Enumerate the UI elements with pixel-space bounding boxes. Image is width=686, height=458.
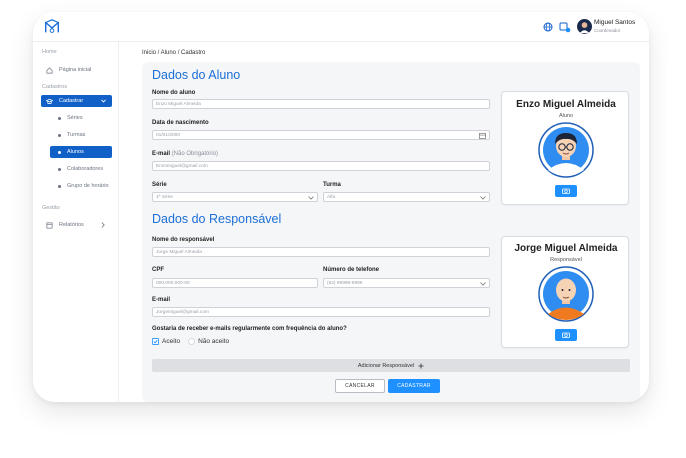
cpf-input[interactable]: 000.000.000-00: [152, 278, 318, 288]
label-data-nascimento: Data de nascimento: [152, 120, 209, 126]
consent-options: Aceito Não aceito: [152, 338, 229, 345]
add-responsavel-button[interactable]: Adicionar Responsável: [152, 359, 630, 372]
label-serie: Série: [152, 182, 167, 188]
breadcrumb[interactable]: Inicio / Aluno / Cadastro: [142, 50, 205, 56]
chevron-down-icon: [101, 99, 106, 103]
chevron-down-icon: [480, 196, 486, 200]
email-aluno-value: Enzomiguel@gmail.com: [156, 163, 208, 169]
serie-value: 1ª Série: [156, 194, 173, 200]
home-icon: [46, 66, 53, 73]
checkbox-checked-icon[interactable]: [152, 338, 159, 345]
plus-icon: [418, 363, 424, 368]
aluno-photo-button[interactable]: [555, 185, 577, 197]
sidebar-item-alunos[interactable]: Alunos: [50, 146, 112, 158]
responsavel-card-name: Jorge Miguel Almeida: [514, 243, 618, 254]
chevron-right-icon: [101, 222, 105, 228]
serie-select[interactable]: 1ª Série: [152, 192, 318, 202]
sidebar-item-label: Séries: [67, 115, 83, 121]
label-turma: Turma: [323, 182, 341, 188]
sidebar-item-series[interactable]: Séries: [50, 112, 112, 124]
sidebar-item-colaboradores[interactable]: Colaboradores: [50, 163, 112, 175]
cancel-button[interactable]: CANCELAR: [335, 379, 385, 393]
bullet-icon: [58, 116, 61, 120]
responsavel-profile-card: Jorge Miguel Almeida Responsável: [501, 236, 629, 348]
nome-aluno-value: Enzo Miguel Almeida: [156, 101, 201, 107]
graduation-cap-icon: [46, 98, 53, 104]
label-nome-aluno: Nome do aluno: [152, 90, 196, 96]
sidebar-section-cadastros: Cadastros: [42, 84, 68, 90]
data-nascimento-value: 01/01/2000: [156, 132, 181, 138]
notification-icon[interactable]: [559, 21, 571, 33]
data-nascimento-input[interactable]: 01/01/2000: [152, 130, 490, 140]
sidebar-item-grupo-horario[interactable]: Grupo de horário: [50, 180, 112, 192]
sidebar-item-label: Grupo de horário: [67, 183, 109, 189]
label-telefone: Número de telefone: [323, 267, 380, 273]
responsavel-card-role: Responsável: [550, 257, 582, 263]
camera-icon: [562, 332, 570, 338]
app-window: Miguel Santos Coordenador Home Página in…: [33, 12, 649, 402]
sidebar-item-label: Colaboradores: [67, 166, 104, 172]
user-name[interactable]: Miguel Santos: [594, 19, 635, 26]
aluno-profile-card: Enzo Miguel Almeida Aluno: [501, 91, 629, 205]
sidebar-item-cadastrar[interactable]: Cadastrar: [41, 95, 112, 107]
student-avatar-icon: [538, 122, 594, 178]
cpf-placeholder: 000.000.000-00: [156, 280, 190, 286]
bullet-icon: [58, 184, 61, 188]
top-bar: Miguel Santos Coordenador: [33, 12, 649, 42]
option-aceito[interactable]: Aceito: [162, 338, 180, 345]
sidebar-item-label: Página inicial: [59, 67, 92, 73]
add-responsavel-label: Adicionar Responsável: [357, 362, 415, 369]
section-title-responsavel: Dados do Responsável: [152, 212, 282, 226]
sidebar-item-label: Turmas: [67, 132, 86, 138]
guardian-avatar-icon: [538, 266, 594, 322]
label-cpf: CPF: [152, 267, 164, 273]
sidebar-item-relatorios[interactable]: Relatórios: [41, 219, 112, 231]
turma-value: Alfa: [327, 194, 336, 200]
label-email-text: E-mail: [152, 151, 171, 157]
aluno-card-name: Enzo Miguel Almeida: [516, 99, 616, 110]
label-email-optional: (Não Obrigatório): [171, 151, 219, 157]
save-button[interactable]: CADASTRAR: [388, 379, 440, 393]
email-responsavel-value: Jorgemiguel@gmail.com: [156, 309, 209, 315]
avatar[interactable]: [577, 19, 592, 34]
user-role: Coordenador: [594, 28, 621, 33]
turma-select[interactable]: Alfa: [323, 192, 490, 202]
label-email-responsavel: E-mail: [152, 297, 171, 303]
radio-unchecked-icon[interactable]: [188, 338, 195, 345]
label-email-aluno: E-mail (Não Obrigatório): [152, 151, 218, 157]
nome-responsavel-input[interactable]: Jorge Miguel Almeida: [152, 247, 490, 257]
section-title-aluno: Dados do Aluno: [152, 68, 241, 82]
app-logo-icon[interactable]: [43, 18, 61, 36]
sidebar-item-home[interactable]: Página inicial: [41, 64, 112, 76]
telefone-placeholder: (62) 99999-9999: [327, 280, 363, 286]
telefone-input[interactable]: (62) 99999-9999: [323, 278, 490, 288]
bullet-icon: [58, 167, 61, 171]
sidebar-section-gestao: Gestão: [42, 205, 60, 211]
bullet-icon: [58, 150, 61, 154]
sidebar-item-label: Cadastrar: [59, 98, 84, 104]
sidebar-item-label: Relatórios: [59, 222, 84, 228]
sidebar-section-home: Home: [42, 49, 57, 55]
label-nome-responsavel: Nome do responsável: [152, 237, 215, 243]
aluno-card-role: Aluno: [558, 113, 574, 119]
email-responsavel-input[interactable]: Jorgemiguel@gmail.com: [152, 307, 490, 317]
camera-icon: [562, 188, 570, 194]
nome-responsavel-value: Jorge Miguel Almeida: [156, 249, 202, 255]
chevron-down-icon: [308, 196, 314, 200]
calendar-icon[interactable]: [479, 132, 486, 139]
email-consent-question: Gostaria de receber e-mails regularmente…: [152, 326, 347, 332]
report-icon: [46, 222, 53, 228]
option-nao-aceito[interactable]: Não aceito: [198, 338, 229, 345]
globe-icon[interactable]: [543, 22, 553, 32]
sidebar-item-label: Alunos: [67, 149, 84, 155]
sidebar: Home Página inicial Cadastros Cadastrar …: [33, 42, 119, 402]
responsavel-photo-button[interactable]: [555, 329, 577, 341]
nome-aluno-input[interactable]: Enzo Miguel Almeida: [152, 99, 490, 109]
email-aluno-input[interactable]: Enzomiguel@gmail.com: [152, 161, 490, 171]
sidebar-item-turmas[interactable]: Turmas: [50, 129, 112, 141]
bullet-icon: [58, 133, 61, 137]
chevron-down-icon[interactable]: [480, 282, 486, 286]
